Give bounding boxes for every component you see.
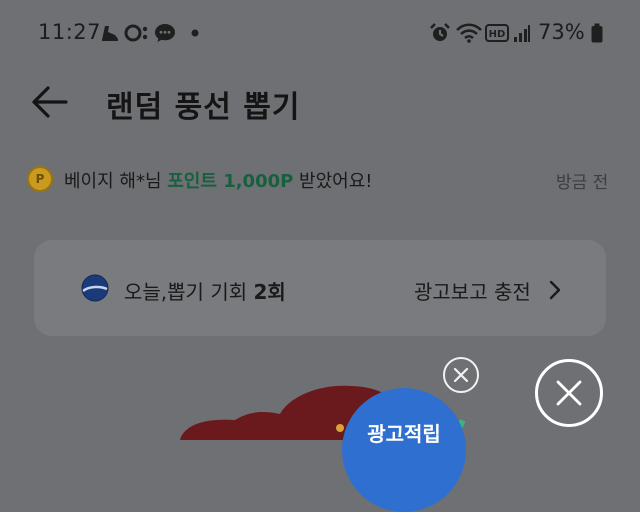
- chance-count: 2회: [253, 280, 286, 304]
- ad-badge-label: 광고적립: [367, 422, 441, 446]
- coin-letter: P: [35, 172, 45, 186]
- globe-icon: [81, 274, 109, 302]
- close-small-button[interactable]: [443, 357, 479, 393]
- chat-bubble-icon: [153, 22, 177, 44]
- chance-label: 오늘,뽑기 기회 2회: [124, 276, 286, 305]
- notice-highlight: 포인트 1,000P: [167, 171, 294, 192]
- notification-o-icon: [124, 22, 150, 44]
- status-time: 11:27: [38, 20, 102, 44]
- notification-shoe-icon: [98, 22, 122, 44]
- notice-message: 베이지 해*님 포인트 1,000P 받았어요!: [64, 167, 373, 193]
- alarm-icon: [428, 22, 452, 44]
- ad-charge-link[interactable]: 광고보고 충전: [414, 276, 531, 305]
- battery-icon: [590, 22, 604, 44]
- page-title: 랜덤 풍선 뽑기: [106, 90, 301, 125]
- point-coin-icon: P: [27, 166, 53, 192]
- chance-label-text: 오늘,뽑기 기회: [124, 280, 254, 304]
- dot-icon: [188, 22, 202, 44]
- notice-suffix: 받았어요!: [293, 171, 373, 192]
- hd-icon: HD: [485, 22, 509, 44]
- notice-prefix: 베이지 해*님: [64, 171, 168, 192]
- svg-text:HD: HD: [489, 29, 506, 40]
- wifi-icon: [455, 22, 483, 44]
- chevron-right-icon[interactable]: [548, 279, 562, 301]
- back-button[interactable]: [28, 82, 72, 122]
- battery-percent: 73%: [538, 20, 585, 44]
- notice-time: 방금 전: [556, 173, 609, 193]
- signal-icon: [512, 22, 532, 44]
- close-icon: [556, 380, 582, 406]
- close-large-button[interactable]: [535, 359, 603, 427]
- close-icon: [453, 367, 469, 383]
- ad-reward-badge[interactable]: [342, 388, 466, 512]
- arrow-left-icon: [32, 86, 68, 118]
